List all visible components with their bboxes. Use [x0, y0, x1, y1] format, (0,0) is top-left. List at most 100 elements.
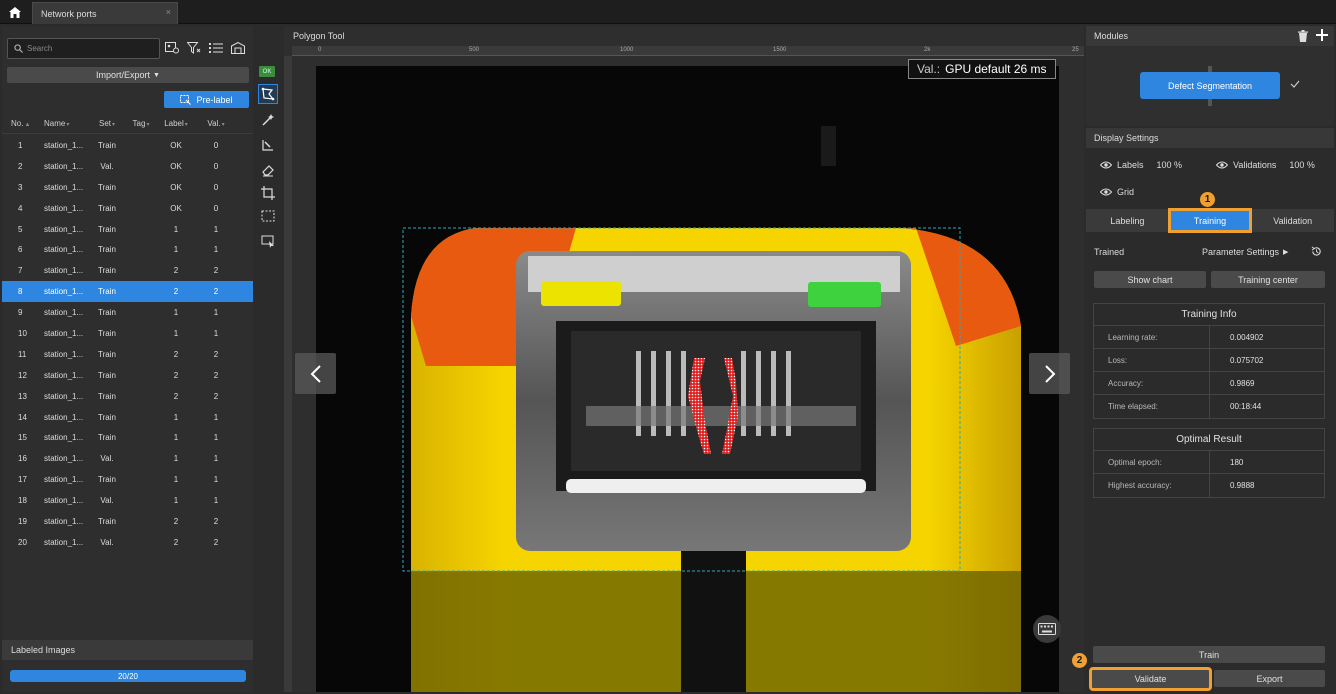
grid-text: Grid	[1117, 187, 1135, 197]
table-row[interactable]: 14 station_1... Train 1 1	[2, 407, 253, 428]
validations-visibility[interactable]: Validations 100 %	[1216, 160, 1315, 170]
col-name-header[interactable]: Name▾	[38, 119, 88, 128]
table-row[interactable]: 11 station_1... Train 2 2	[2, 344, 253, 365]
validate-button[interactable]: Validate	[1089, 667, 1212, 691]
info-row: Highest accuracy: 0.9888	[1094, 474, 1324, 497]
history-icon[interactable]	[1311, 246, 1322, 259]
validations-text: Validations	[1233, 160, 1277, 170]
plus-icon[interactable]	[1316, 29, 1328, 43]
cell-no: 4	[18, 203, 23, 213]
col-name-label: Name	[44, 119, 66, 128]
crop-icon[interactable]	[258, 183, 278, 203]
home-icon[interactable]	[4, 3, 26, 21]
table-row[interactable]: 15 station_1... Train 1 1	[2, 427, 253, 448]
col-label-header[interactable]: Label▾	[156, 119, 196, 128]
table-row[interactable]: 6 station_1... Train 1 1	[2, 239, 253, 260]
search-input[interactable]: Search	[7, 38, 160, 59]
table-row[interactable]: 2 station_1... Val. OK 0	[2, 156, 253, 177]
col-set-label: Set	[98, 119, 111, 128]
chevron-right-icon[interactable]	[1029, 353, 1070, 394]
polygon-tool-icon[interactable]	[258, 84, 278, 104]
import-export-button[interactable]: Import/Export ▼	[7, 67, 249, 83]
table-row[interactable]: 20 station_1... Val. 2 2	[2, 532, 253, 553]
cell-label: 1	[173, 308, 179, 318]
pre-label-button[interactable]: Pre-label	[164, 91, 249, 108]
table-row[interactable]: 17 station_1... Train 1 1	[2, 469, 253, 490]
eye-icon	[1100, 188, 1112, 196]
training-center-button[interactable]: Training center	[1211, 271, 1325, 288]
ruler-top: 0 500 1000 1500 2k 25	[292, 46, 1084, 56]
chevron-left-icon[interactable]	[295, 353, 336, 394]
cell-no: 1	[18, 140, 23, 150]
image-filter-icon[interactable]	[164, 40, 180, 56]
table-row[interactable]: 8 station_1... Train 2 2	[2, 281, 253, 303]
cell-label: 1	[173, 475, 179, 485]
cell-name: station_1...	[44, 433, 84, 443]
keyboard-icon[interactable]	[1033, 615, 1061, 643]
table-row[interactable]: 4 station_1... Train OK 0	[2, 198, 253, 219]
tab-labeling[interactable]: Labeling	[1086, 209, 1169, 232]
table-row[interactable]: 9 station_1... Train 1 1	[2, 302, 253, 323]
close-icon[interactable]: ×	[166, 7, 171, 17]
table-row[interactable]: 7 station_1... Train 2 2	[2, 260, 253, 281]
table-row[interactable]: 3 station_1... Train OK 0	[2, 177, 253, 198]
cell-name: station_1...	[44, 475, 84, 485]
ok-badge[interactable]: OK	[259, 66, 275, 77]
cell-no: 17	[18, 475, 27, 485]
cell-label: 2	[173, 516, 179, 526]
trash-icon[interactable]	[1298, 30, 1308, 44]
folder-icon[interactable]	[230, 40, 246, 56]
show-chart-button[interactable]: Show chart	[1094, 271, 1206, 288]
export-button[interactable]: Export	[1214, 670, 1325, 687]
info-row: Accuracy: 0.9869	[1094, 372, 1324, 395]
image-canvas[interactable]	[316, 66, 1059, 692]
table-row[interactable]: 19 station_1... Train 2 2	[2, 511, 253, 532]
rectangle-select-icon[interactable]	[258, 206, 278, 226]
eye-icon	[1100, 161, 1112, 169]
list-icon[interactable]	[208, 40, 224, 56]
cell-val: 2	[213, 391, 219, 401]
cell-val: 1	[213, 412, 219, 422]
table-row[interactable]: 12 station_1... Train 2 2	[2, 365, 253, 386]
ruler-tick: 0	[318, 47, 322, 53]
labeled-images-header: Labeled Images	[2, 640, 253, 660]
caret-down-icon: ▼	[153, 71, 160, 79]
cell-name: station_1...	[44, 266, 84, 276]
table-row[interactable]: 1 station_1... Train OK 0	[2, 135, 253, 156]
filter-icon[interactable]	[186, 40, 202, 56]
col-no-header[interactable]: No.▲	[2, 119, 38, 128]
cell-set: Train	[98, 433, 116, 443]
dropdown-icon: ▾	[112, 122, 116, 128]
train-button[interactable]: Train	[1093, 646, 1325, 663]
labeled-progress-fill: 20/20	[10, 670, 246, 682]
brush-icon[interactable]	[258, 135, 278, 155]
table-row[interactable]: 18 station_1... Val. 1 1	[2, 490, 253, 511]
magic-wand-icon[interactable]	[258, 110, 278, 130]
labels-visibility[interactable]: Labels 100 %	[1100, 160, 1182, 170]
parameter-settings-link[interactable]: Parameter Settings ▶	[1202, 247, 1288, 257]
tab-training[interactable]: Training	[1167, 208, 1253, 233]
cell-no: 13	[18, 391, 27, 401]
cell-label: 1	[173, 496, 179, 506]
col-tag-header[interactable]: Tag▾	[126, 119, 156, 128]
col-val-header[interactable]: Val.▾	[196, 119, 236, 128]
trained-status: Trained	[1094, 247, 1125, 257]
cell-no: 3	[18, 182, 23, 192]
cell-label: 2	[173, 391, 179, 401]
defect-segmentation-module[interactable]: Defect Segmentation	[1140, 72, 1280, 99]
table-row[interactable]: 10 station_1... Train 1 1	[2, 323, 253, 344]
eraser-icon[interactable]	[258, 160, 278, 180]
table-row[interactable]: 13 station_1... Train 2 2	[2, 386, 253, 407]
labeled-progress-text: 20/20	[117, 671, 139, 681]
cell-name: station_1...	[44, 537, 84, 547]
cell-val: 0	[213, 203, 219, 213]
table-row[interactable]: 16 station_1... Val. 1 1	[2, 448, 253, 469]
tab-validation[interactable]: Validation	[1251, 209, 1334, 232]
tab-network-ports[interactable]: Network ports ×	[32, 2, 178, 24]
col-set-header[interactable]: Set▾	[88, 119, 126, 128]
table-row[interactable]: 5 station_1... Train 1 1	[2, 219, 253, 240]
info-value: 0.9869	[1230, 378, 1255, 388]
cell-label: 2	[173, 349, 179, 359]
grid-visibility[interactable]: Grid	[1100, 187, 1134, 197]
ai-select-icon[interactable]	[258, 231, 278, 251]
